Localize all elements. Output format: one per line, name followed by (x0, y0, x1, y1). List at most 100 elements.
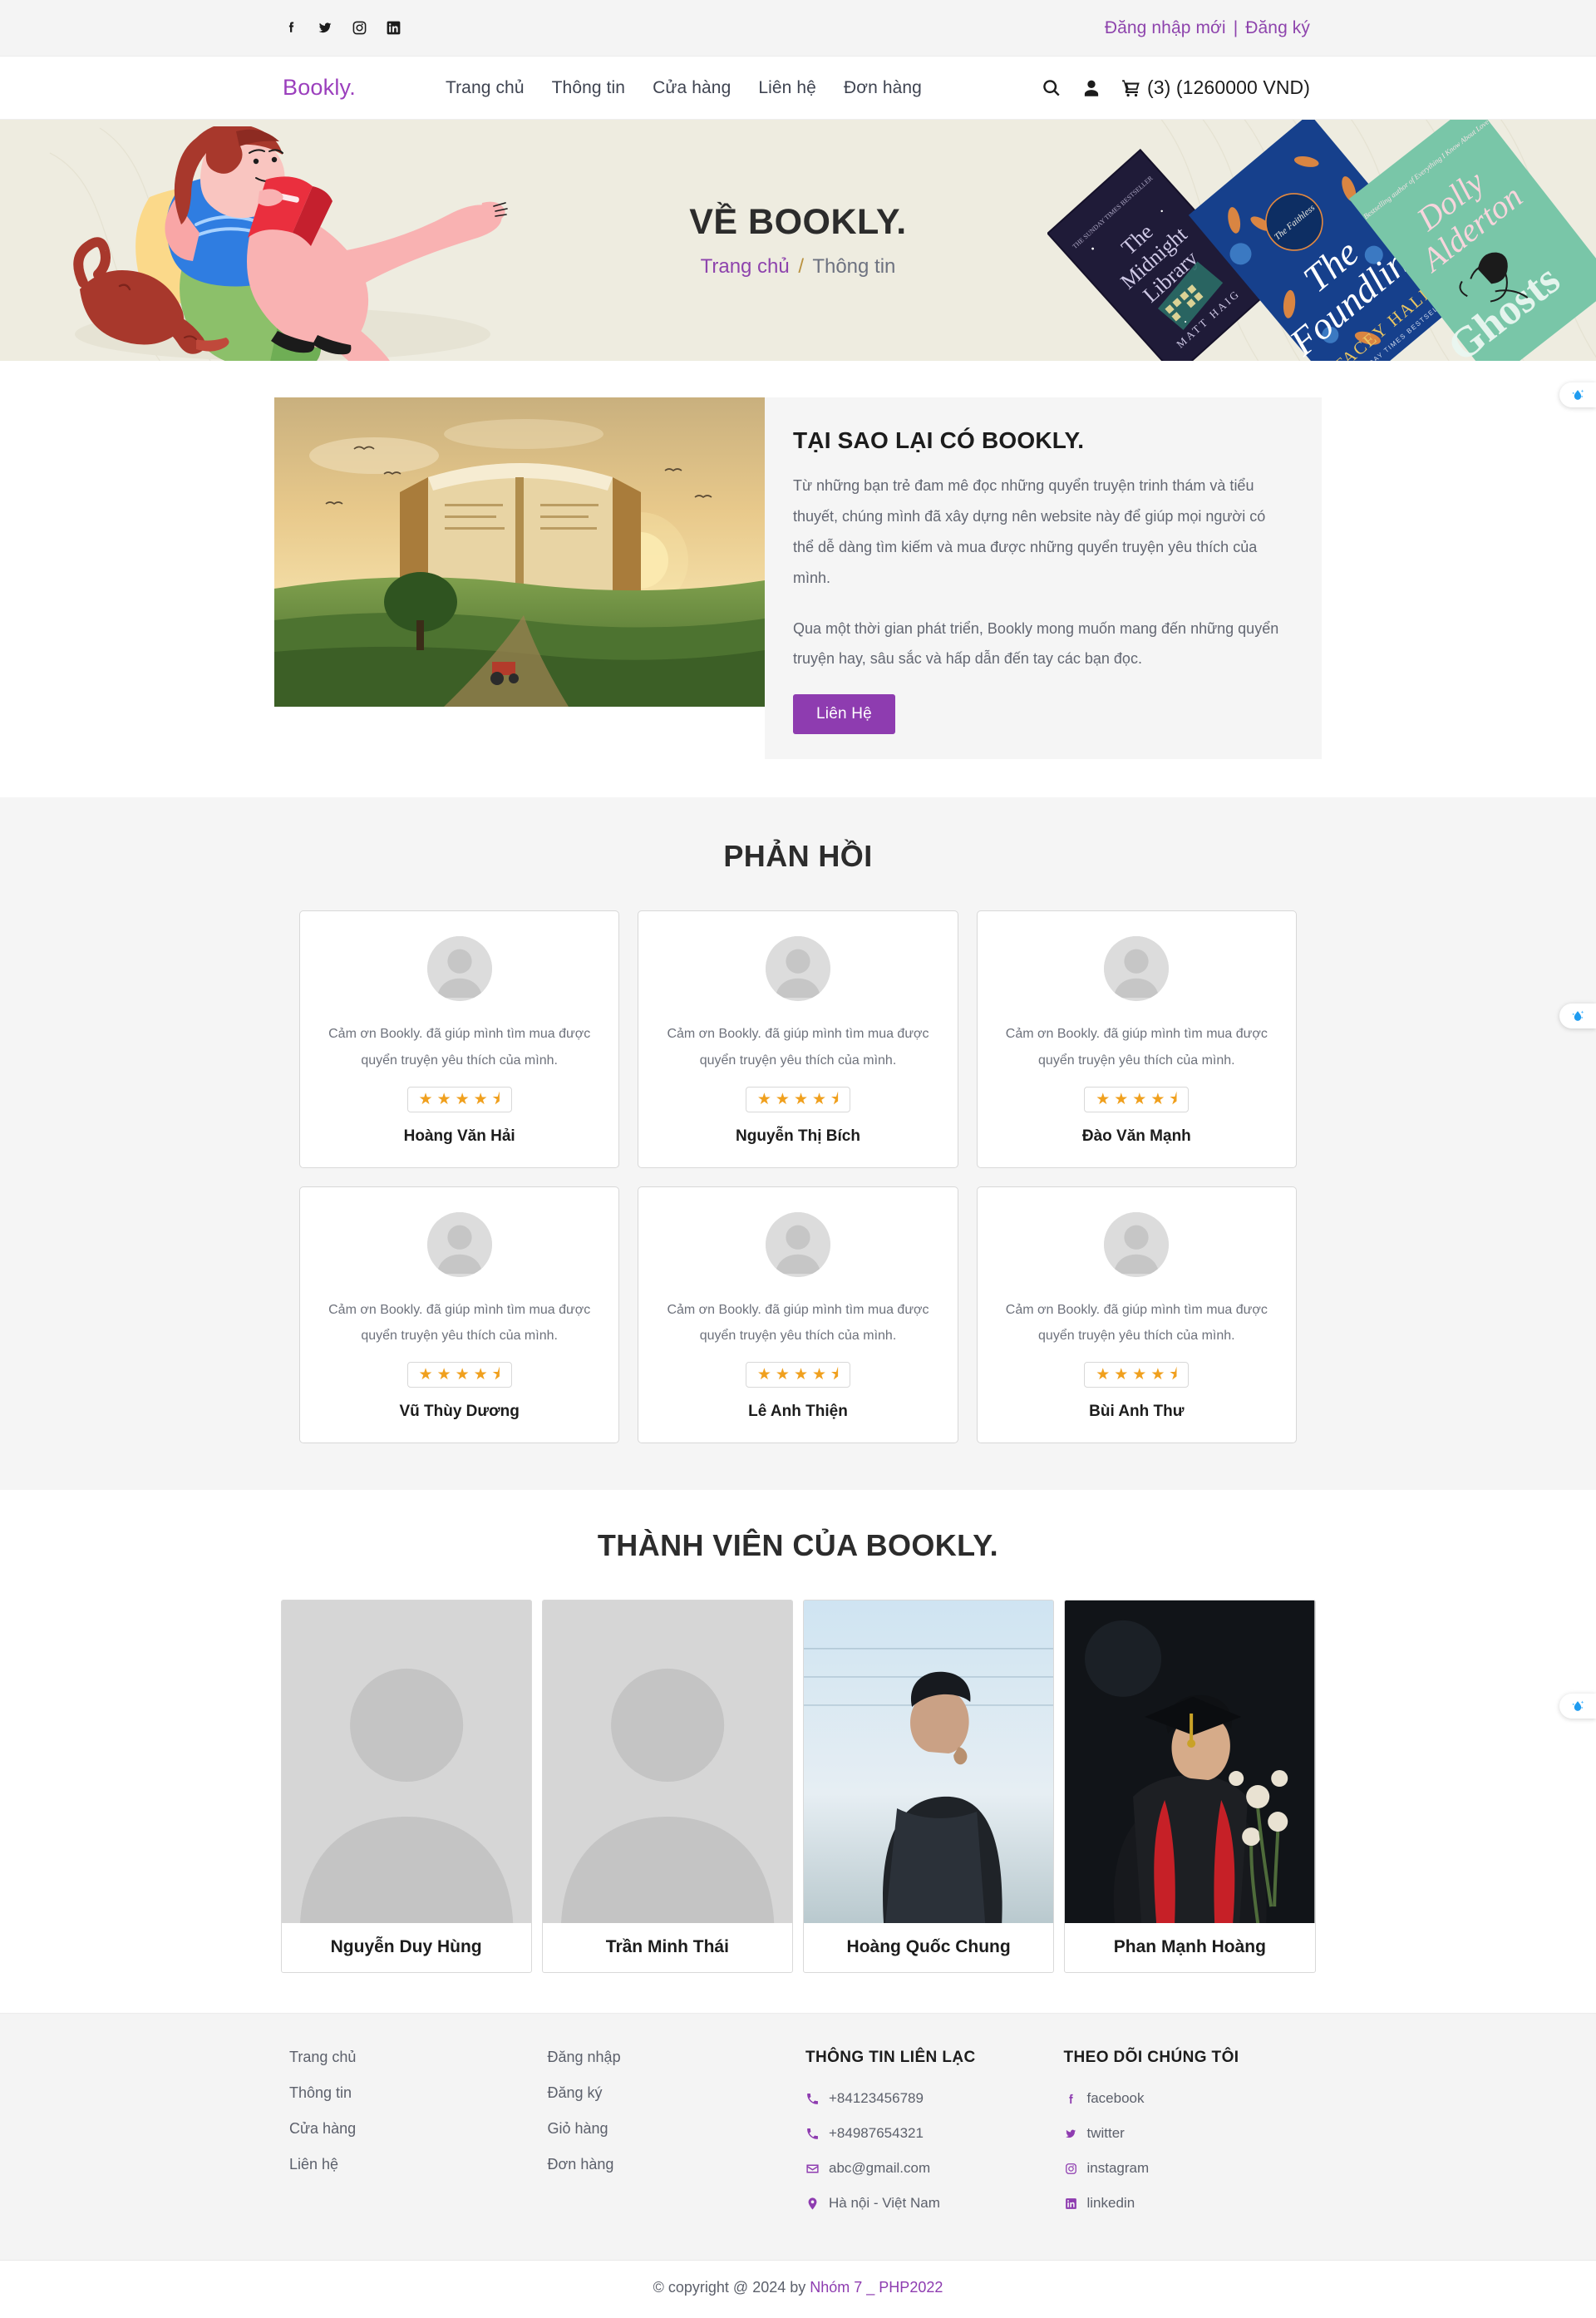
team-member-card[interactable]: Trần Minh Thái (541, 1600, 793, 1974)
star-rating: ★ ★ ★ ★ ⯨ (1084, 1086, 1190, 1112)
float-widget-3[interactable] (1559, 1694, 1596, 1719)
hero-title: VỀ BOOKLY. (689, 202, 907, 243)
star-icon: ★ (418, 1090, 433, 1108)
footer-links-column-1: Trang chủ Thông tin Cửa hàng Liên hệ (289, 2049, 548, 2230)
star-icon: ★ (756, 1366, 771, 1384)
team-member-card[interactable]: Hoàng Quốc Chung (803, 1600, 1055, 1974)
star-icon: ★ (1114, 1366, 1129, 1384)
nav-item-lien-he[interactable]: Liên hệ (758, 78, 816, 98)
breadcrumb: Trang chủ / Thông tin (701, 255, 896, 279)
footer-social-facebook[interactable]: facebook (1064, 2090, 1323, 2107)
brand-logo[interactable]: Bookly. (274, 75, 356, 101)
star-icon: ★ (1096, 1366, 1111, 1384)
footer-contact-email[interactable]: abc@gmail.com (805, 2160, 1064, 2177)
twitter-icon[interactable] (317, 19, 334, 37)
footer-social-linkedin[interactable]: linkedin (1064, 2195, 1323, 2212)
team-member-card[interactable]: Nguyễn Duy Hùng (280, 1600, 532, 1974)
feedback-author: Nguyễn Thị Bích (736, 1127, 860, 1145)
team-member-card[interactable]: Phan Mạnh Hoàng (1064, 1600, 1316, 1974)
star-icon: ★ (436, 1366, 451, 1384)
copyright-accent[interactable]: Nhóm 7 _ PHP2022 (810, 2279, 943, 2296)
nav-item-trang-chu[interactable]: Trang chủ (446, 78, 525, 98)
feedback-quote: Cảm ơn Bookly. đã giúp mình tìm mua được… (667, 1302, 929, 1343)
about-paragraph-1: Từ những bạn trẻ đam mê đọc những quyển … (793, 477, 1266, 586)
footer-social-instagram-label: instagram (1086, 2160, 1150, 2177)
footer-link-don-hang[interactable]: Đơn hàng (548, 2156, 806, 2173)
star-icon: ★ (756, 1090, 771, 1108)
login-link[interactable]: Đăng nhập mới (1105, 18, 1226, 38)
avatar (1104, 936, 1170, 1002)
feedback-card: Cảm ơn Bookly. đã giúp mình tìm mua được… (976, 1186, 1297, 1444)
star-half-icon: ⯨ (1169, 1090, 1178, 1108)
footer-link-trang-chu[interactable]: Trang chủ (289, 2049, 548, 2066)
feedback-title: PHẢN HỒI (723, 839, 873, 874)
twitter-icon (1064, 2127, 1078, 2141)
feedback-quote: Cảm ơn Bookly. đã giúp mình tìm mua được… (328, 1027, 591, 1068)
star-icon: ★ (436, 1090, 451, 1108)
feedback-author: Bùi Anh Thư (1089, 1403, 1185, 1421)
mail-icon (805, 2162, 820, 2176)
star-rating: ★ ★ ★ ★ ⯨ (1084, 1362, 1190, 1388)
about-paragraph-2: Qua một thời gian phát triển, Bookly mon… (793, 619, 1279, 668)
float-widget-1[interactable] (1559, 382, 1596, 407)
team-member-photo (804, 1600, 1054, 1924)
phone-icon (805, 2127, 820, 2141)
copyright-prefix: © copyright @ 2024 by (653, 2279, 810, 2296)
footer-social-twitter[interactable]: twitter (1064, 2125, 1323, 2142)
team-member-name: Hoàng Quốc Chung (846, 1937, 1011, 1957)
auth-links: Đăng nhập mới | Đăng ký (1105, 18, 1322, 38)
main-navigation: Trang chủ Thông tin Cửa hàng Liên hệ Đơn… (446, 78, 922, 98)
feedback-card: Cảm ơn Bookly. đã giúp mình tìm mua được… (299, 910, 620, 1168)
footer-link-cua-hang[interactable]: Cửa hàng (289, 2120, 548, 2138)
footer-contact-phone-1[interactable]: +84123456789 (805, 2090, 1064, 2107)
water-drop-sparkle-icon (1572, 389, 1584, 400)
site-footer: Trang chủ Thông tin Cửa hàng Liên hệ Đăn… (0, 2013, 1596, 2261)
water-drop-sparkle-icon (1572, 1010, 1584, 1021)
star-icon: ★ (1132, 1090, 1147, 1108)
star-icon: ★ (455, 1366, 470, 1384)
cart-summary[interactable]: (3) (1260000 VND) (1121, 76, 1310, 99)
star-half-icon: ⯨ (491, 1366, 500, 1384)
float-widget-2[interactable] (1559, 1004, 1596, 1028)
about-image (274, 397, 765, 707)
instagram-icon (1064, 2162, 1078, 2176)
star-rating: ★ ★ ★ ★ ⯨ (406, 1086, 512, 1112)
footer-link-gio-hang[interactable]: Giỏ hàng (548, 2120, 806, 2138)
footer-contact-address[interactable]: Hà nội - Việt Nam (805, 2195, 1064, 2212)
social-links (274, 19, 402, 37)
nav-item-thong-tin[interactable]: Thông tin (552, 78, 625, 98)
avatar (1104, 1211, 1170, 1277)
cart-icon[interactable] (1121, 77, 1142, 99)
user-icon[interactable] (1081, 77, 1102, 99)
contact-button[interactable]: Liên Hệ (793, 694, 895, 735)
footer-link-thong-tin[interactable]: Thông tin (289, 2084, 548, 2102)
search-icon[interactable] (1041, 77, 1062, 99)
footer-social-linkedin-label: linkedin (1086, 2195, 1135, 2212)
footer-contact-phone-2[interactable]: +84987654321 (805, 2125, 1064, 2142)
nav-item-cua-hang[interactable]: Cửa hàng (653, 78, 731, 98)
auth-separator: | (1233, 17, 1239, 37)
footer-social-instagram[interactable]: instagram (1064, 2160, 1323, 2177)
instagram-icon[interactable] (351, 19, 368, 37)
avatar (426, 936, 492, 1002)
star-icon: ★ (1150, 1090, 1165, 1108)
team-member-name: Phan Mạnh Hoàng (1113, 1937, 1266, 1957)
footer-contact-address-label: Hà nội - Việt Nam (829, 2195, 940, 2212)
star-icon: ★ (1132, 1366, 1147, 1384)
footer-link-lien-he[interactable]: Liên hệ (289, 2156, 548, 2173)
footer-link-dang-nhap[interactable]: Đăng nhập (548, 2049, 806, 2066)
nav-item-don-hang[interactable]: Đơn hàng (844, 78, 922, 98)
star-icon: ★ (1096, 1090, 1111, 1108)
facebook-icon[interactable] (283, 19, 300, 37)
breadcrumb-home[interactable]: Trang chủ (701, 255, 790, 278)
register-link[interactable]: Đăng ký (1245, 18, 1310, 38)
feedback-quote: Cảm ơn Bookly. đã giúp mình tìm mua được… (328, 1302, 591, 1343)
linkedin-icon[interactable] (385, 19, 402, 37)
feedback-quote: Cảm ơn Bookly. đã giúp mình tìm mua được… (667, 1027, 929, 1068)
team-section: THÀNH VIÊN CỦA BOOKLY. Nguyễn Duy Hùng Tr… (0, 1490, 1596, 2014)
footer-contact-phone-1-label: +84123456789 (829, 2090, 924, 2107)
about-heading: TẠI SAO LẠI CÓ BOOKLY. (793, 427, 1085, 453)
feedback-card: Cảm ơn Bookly. đã giúp mình tìm mua được… (638, 910, 958, 1168)
footer-link-dang-ky[interactable]: Đăng ký (548, 2084, 806, 2102)
star-icon: ★ (775, 1090, 790, 1108)
